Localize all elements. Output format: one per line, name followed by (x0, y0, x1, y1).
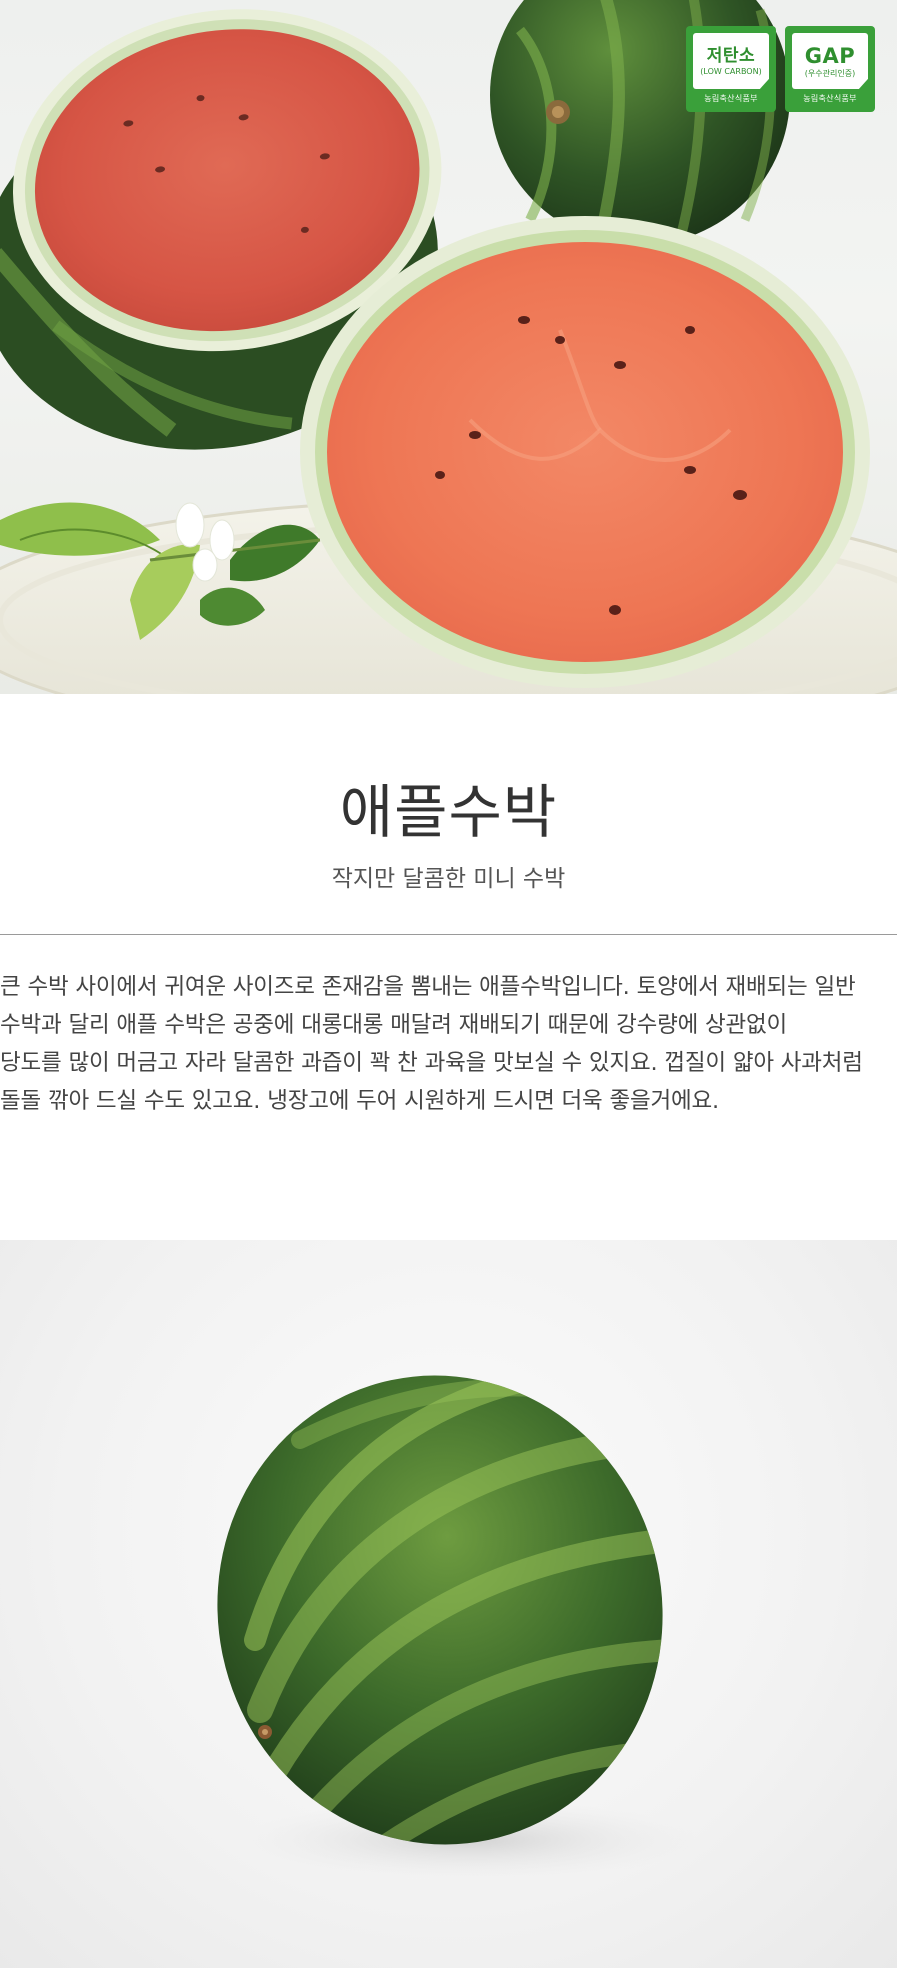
certification-badges: 저탄소 (LOW CARBON) 농림축산식품부 GAP (우수관리인증) 농림… (686, 26, 875, 112)
badge-main-text: 저탄소 (706, 45, 756, 66)
description-line: 큰 수박 사이에서 귀여운 사이즈로 존재감을 뽐내는 애플수박입니다. 토양에… (0, 974, 856, 1000)
section-divider (0, 934, 897, 935)
description-line: 당도를 많이 머금고 자라 달콤한 과즙이 꽉 찬 과육을 맛보실 수 있지요.… (0, 1050, 863, 1076)
description-line: 수박과 달리 애플 수박은 공중에 대롱대롱 매달려 재배되기 때문에 강수량에… (0, 1012, 788, 1038)
product-description: 큰 수박 사이에서 귀여운 사이즈로 존재감을 뽐내는 애플수박입니다. 토양에… (0, 968, 897, 1120)
description-line: 돌돌 깎아 드실 수도 있고요. 냉장고에 두어 시원하게 드시면 더욱 좋을거… (0, 1088, 719, 1114)
badge-org-text: 농림축산식품부 (704, 94, 758, 103)
badge-org-text: 농림축산식품부 (803, 94, 857, 103)
product-subtitle: 작지만 달콤한 미니 수박 (331, 866, 566, 892)
gap-certification-badge: GAP (우수관리인증) 농림축산식품부 (785, 26, 875, 112)
low-carbon-certification-badge: 저탄소 (LOW CARBON) 농림축산식품부 (686, 26, 776, 112)
whole-watermelon-illustration (217, 1359, 700, 1880)
badge-main-text: GAP (804, 43, 856, 68)
product-title: 애플수박 (339, 778, 558, 846)
badge-sub-text: (LOW CARBON) (700, 66, 762, 76)
half-watermelon-front (300, 216, 870, 688)
badge-card: 저탄소 (LOW CARBON) (693, 33, 769, 89)
badge-card: GAP (우수관리인증) (792, 33, 868, 89)
whole-watermelon-image (0, 1240, 897, 1968)
hero-image: 저탄소 (LOW CARBON) 농림축산식품부 GAP (우수관리인증) 농림… (0, 0, 897, 694)
badge-sub-text: (우수관리인증) (804, 68, 856, 78)
